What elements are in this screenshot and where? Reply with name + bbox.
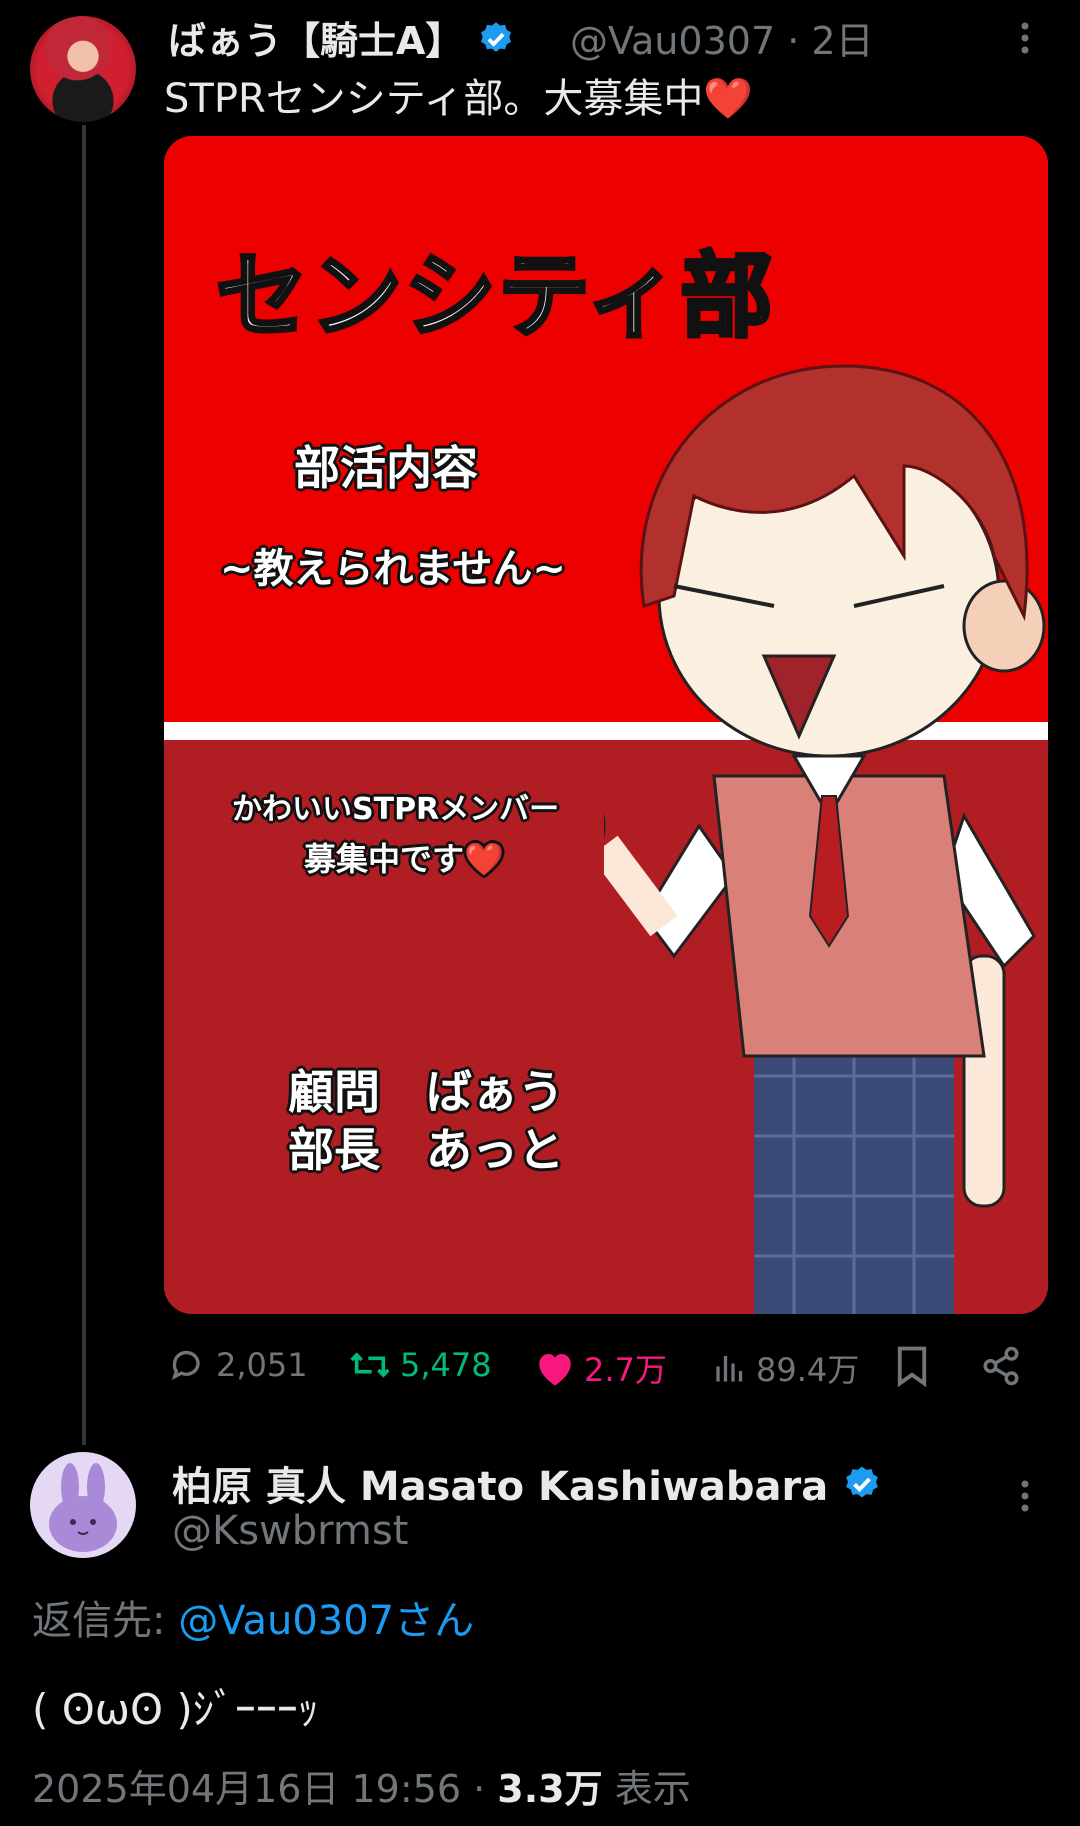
tweet-media-image[interactable]: センシティ部 部活内容 ~教えられません~ かわいいSTPRメンバー 募集中です… bbox=[164, 136, 1048, 1314]
replying-to-label: 返信先: bbox=[32, 1598, 179, 1644]
reply-icon bbox=[171, 1350, 200, 1380]
bookmark-icon bbox=[897, 1346, 927, 1387]
verified-badge-icon bbox=[842, 1464, 882, 1514]
verified-badge-icon bbox=[477, 20, 515, 67]
replying-to-link[interactable]: @Vau0307さん bbox=[178, 1598, 474, 1644]
author-name-row[interactable]: ばぁう【騎士A】 bbox=[168, 10, 515, 67]
media-line: 部長 あっと bbox=[288, 1123, 564, 1177]
post-date[interactable]: 2025年04月16日 19:56 bbox=[32, 1767, 461, 1811]
media-line: 募集中です❤️ bbox=[304, 840, 504, 878]
tweet-metadata: 2025年04月16日 19:56 · 3.3万 表示 bbox=[32, 1758, 691, 1813]
like-button[interactable]: 2.7万 bbox=[534, 1345, 667, 1391]
view-count: 3.3万 bbox=[497, 1767, 603, 1811]
share-icon bbox=[983, 1346, 1019, 1386]
share-button[interactable] bbox=[980, 1345, 1030, 1387]
views-label: 表示 bbox=[614, 1767, 691, 1811]
reply-count: 2,051 bbox=[216, 1346, 308, 1384]
media-title: センシティ部 bbox=[214, 241, 775, 352]
reply-author-handle[interactable]: @Kswbrmst bbox=[172, 1508, 408, 1554]
media-line: かわいいSTPRメンバー bbox=[232, 792, 560, 827]
author-handle-time: @Vau0307 · 2日 bbox=[570, 10, 874, 65]
thread-connector-line bbox=[82, 125, 86, 1445]
replying-to: 返信先: @Vau0307さん bbox=[32, 1588, 474, 1646]
views-button[interactable]: 89.4万 bbox=[712, 1345, 859, 1391]
heart-icon bbox=[539, 1354, 571, 1386]
view-count: 89.4万 bbox=[756, 1351, 860, 1389]
reply-text: ( ʘωʘ )ｼﾞｰｰｰｯ bbox=[32, 1685, 319, 1734]
separator: · bbox=[787, 19, 800, 63]
more-options-icon[interactable] bbox=[1010, 1476, 1040, 1516]
separator: · bbox=[473, 1767, 486, 1811]
reply-author-name-row[interactable]: 柏原 真人 Masato Kashiwabara bbox=[172, 1454, 882, 1514]
author-handle[interactable]: @Vau0307 bbox=[570, 19, 775, 63]
reply-button[interactable]: 2,051 bbox=[168, 1345, 308, 1385]
character-illustration bbox=[604, 364, 1046, 1314]
media-line: 部活内容 bbox=[294, 441, 478, 495]
more-options-icon[interactable] bbox=[1010, 18, 1040, 58]
retweet-count: 5,478 bbox=[400, 1346, 492, 1384]
like-count: 2.7万 bbox=[584, 1351, 667, 1389]
analytics-icon bbox=[716, 1356, 743, 1382]
author-avatar[interactable] bbox=[30, 16, 136, 122]
tweet-text: STPRセンシティ部。大募集中❤️ bbox=[164, 76, 754, 122]
reply-author-avatar[interactable] bbox=[30, 1452, 136, 1558]
bookmark-button[interactable] bbox=[894, 1345, 938, 1387]
bunny-avatar-icon bbox=[49, 1463, 117, 1552]
media-line: ~教えられません~ bbox=[220, 546, 566, 592]
reply-author-name[interactable]: 柏原 真人 Masato Kashiwabara bbox=[172, 1464, 828, 1510]
retweet-icon bbox=[350, 1352, 390, 1378]
retweet-button[interactable]: 5,478 bbox=[348, 1345, 492, 1385]
author-name[interactable]: ばぁう【騎士A】 bbox=[168, 19, 463, 63]
media-line: 顧問 ばぁう bbox=[288, 1065, 564, 1119]
tweet-time[interactable]: 2日 bbox=[811, 19, 873, 63]
